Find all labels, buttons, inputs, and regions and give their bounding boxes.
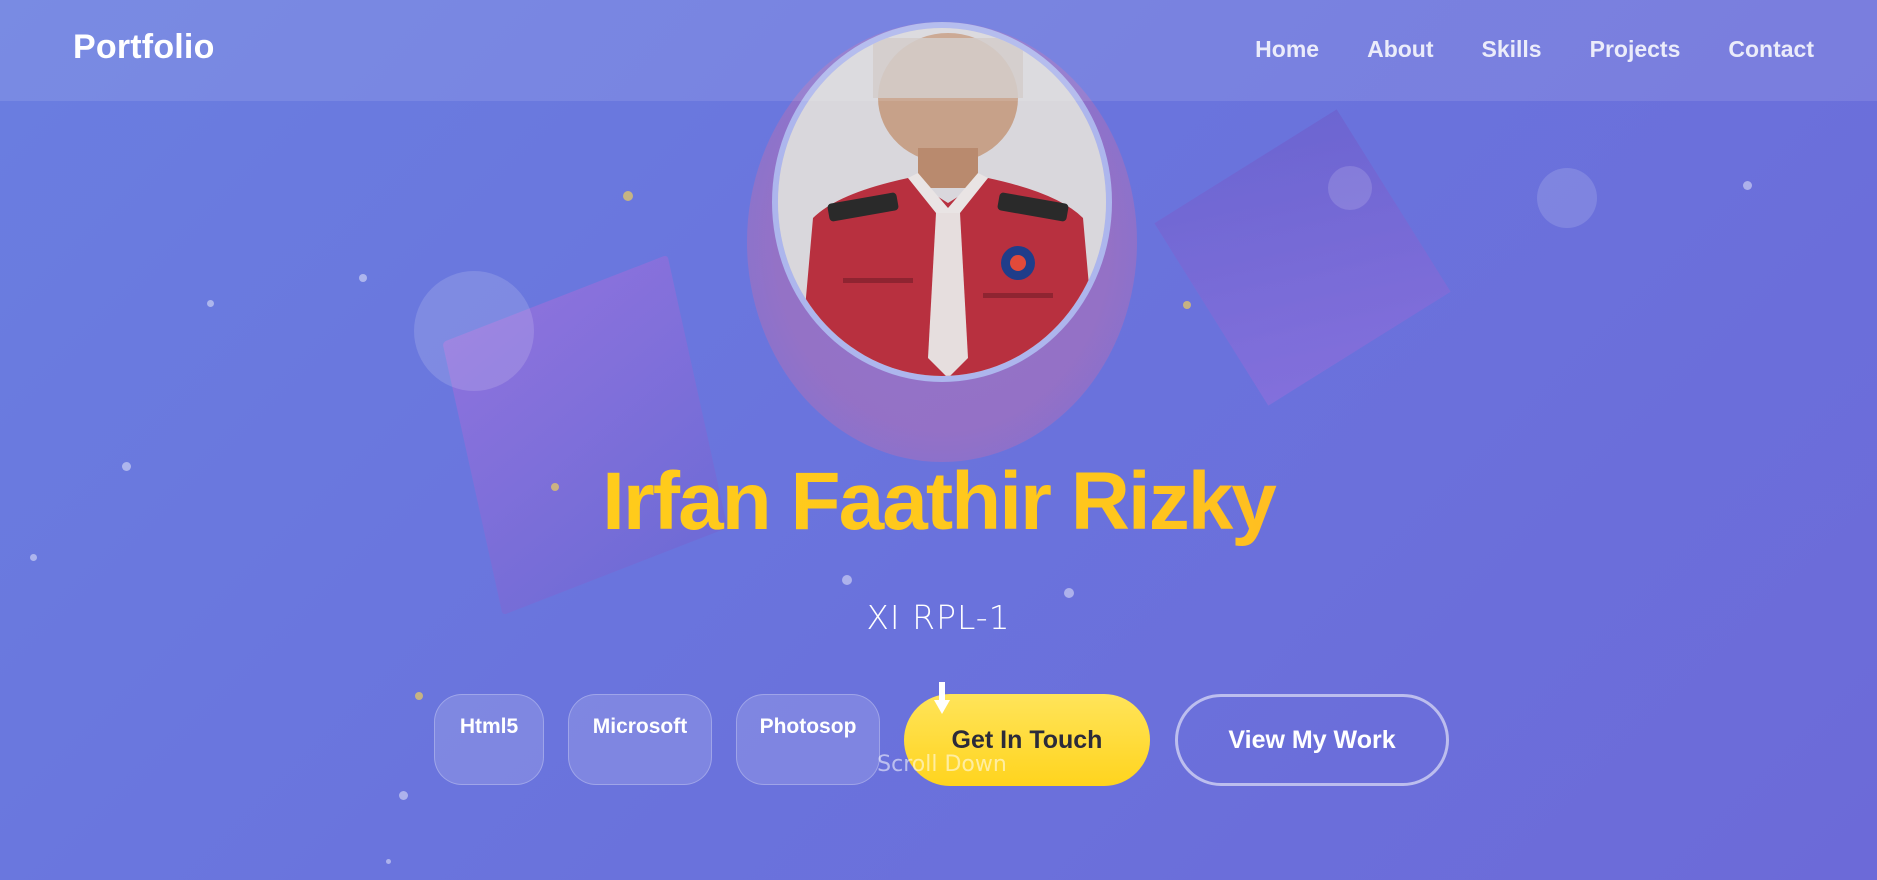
hero-section: Portfolio Home About Skills Projects Con… bbox=[0, 0, 1877, 880]
nav-link-contact[interactable]: Contact bbox=[1728, 36, 1814, 63]
hero-name: Irfan Faathir Rizky bbox=[0, 455, 1877, 549]
nav-link-home[interactable]: Home bbox=[1255, 36, 1319, 63]
skill-chip-html5: Html5 bbox=[434, 694, 544, 785]
skill-chip-label: Photosop bbox=[759, 715, 857, 738]
decorative-dot bbox=[1183, 301, 1191, 309]
decorative-dot bbox=[30, 554, 37, 561]
skill-chip-photoshop: Photosop bbox=[736, 694, 880, 785]
decorative-bubble bbox=[1328, 166, 1372, 210]
decorative-dot bbox=[207, 300, 214, 307]
nav-link-projects[interactable]: Projects bbox=[1590, 36, 1681, 63]
decorative-dot bbox=[415, 692, 423, 700]
decorative-dot bbox=[623, 191, 633, 201]
nav-links: Home About Skills Projects Contact bbox=[1255, 36, 1814, 63]
decorative-dot bbox=[1064, 588, 1074, 598]
decorative-dot bbox=[359, 274, 367, 282]
nav-link-skills[interactable]: Skills bbox=[1482, 36, 1542, 63]
decorative-bubble bbox=[414, 271, 534, 391]
view-my-work-button[interactable]: View My Work bbox=[1175, 694, 1449, 786]
brand-logo[interactable]: Portfolio bbox=[73, 28, 215, 67]
navbar: Portfolio Home About Skills Projects Con… bbox=[0, 0, 1877, 101]
skill-chip-label: Html5 bbox=[459, 715, 519, 738]
skill-chip-microsoft: Microsoft bbox=[568, 694, 712, 785]
decorative-dot bbox=[1743, 181, 1752, 190]
decorative-shape-right bbox=[1154, 109, 1451, 406]
nav-link-about[interactable]: About bbox=[1367, 36, 1433, 63]
skill-chip-label: Microsoft bbox=[592, 715, 688, 738]
arrow-down-icon bbox=[934, 682, 950, 714]
scroll-down-label[interactable]: Scroll Down bbox=[877, 752, 1007, 777]
decorative-dot bbox=[386, 859, 391, 864]
hero-subtitle: XI RPL-1 bbox=[866, 598, 1011, 637]
decorative-dot bbox=[399, 791, 408, 800]
decorative-dot bbox=[842, 575, 852, 585]
decorative-bubble bbox=[1537, 168, 1597, 228]
